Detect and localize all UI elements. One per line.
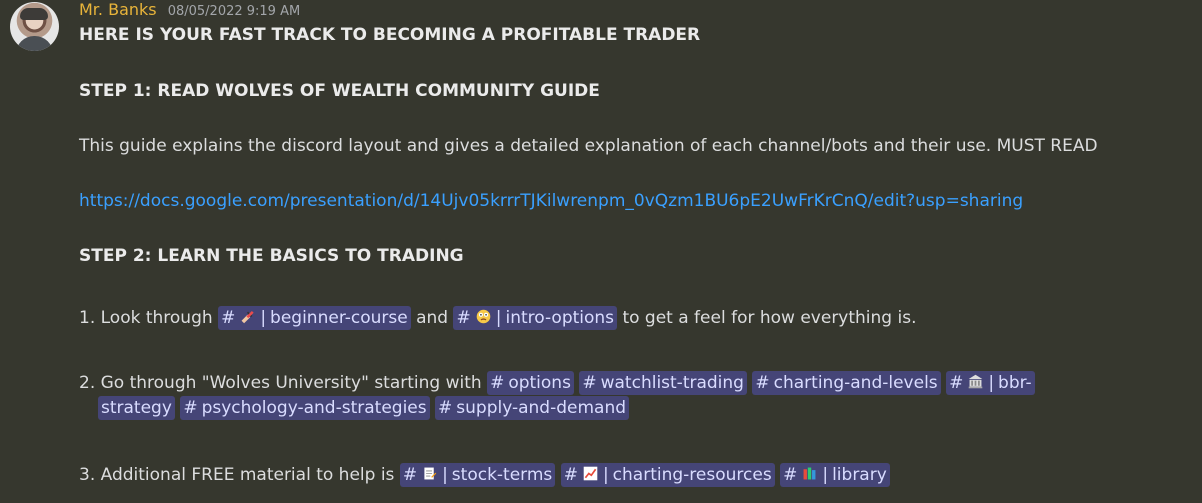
guide-link[interactable]: https://docs.google.com/presentation/d/1…: [79, 191, 1023, 211]
channel-mention-stock-terms[interactable]: # | stock-terms: [399, 463, 556, 487]
step2-heading: STEP 2: LEARN THE BASICS TO TRADING: [79, 246, 464, 266]
separator-icon: |: [442, 465, 448, 485]
channel-mention-psychology-and-strategies[interactable]: # psychology-and-strategies: [180, 396, 430, 420]
writing-hand-icon: [241, 310, 254, 324]
timestamp: 08/05/2022 9:19 AM: [167, 4, 301, 19]
channel-mention-bbr-strategy-start[interactable]: # | bbr-: [946, 371, 1035, 395]
channel-mention-charting-and-levels[interactable]: # charting-and-levels: [752, 371, 941, 395]
step1-heading: STEP 1: READ WOLVES OF WEALTH COMMUNITY …: [79, 81, 600, 101]
channel-name: charting-and-levels: [773, 373, 938, 393]
list-item-2-continued: strategy # psychology-and-strategies # sup…: [98, 396, 630, 420]
channel-name: charting-resources: [612, 465, 772, 485]
separator-icon: |: [822, 465, 829, 485]
item1-middle: and: [416, 308, 449, 328]
channel-name: options: [508, 373, 571, 393]
channel-mention-beginner-course[interactable]: # | beginner-course: [218, 306, 411, 330]
item1-suffix: to get a feel for how everything is.: [622, 308, 917, 328]
channel-name: library: [832, 465, 887, 485]
hash-icon: #: [949, 373, 964, 393]
item3-prefix: 3. Additional FREE material to help is: [79, 465, 395, 485]
discord-message: Mr. Banks 08/05/2022 9:19 AM HERE IS YOU…: [0, 0, 1202, 503]
memo-icon: [424, 467, 437, 480]
hash-icon: #: [563, 465, 578, 485]
step1-text: This guide explains the discord layout a…: [79, 136, 1098, 156]
hash-icon: #: [755, 373, 770, 393]
hash-icon: #: [456, 308, 471, 328]
item2-prefix: 2. Go through "Wolves University" starti…: [79, 373, 482, 393]
separator-icon: |: [988, 373, 995, 393]
channel-name: stock-terms: [451, 465, 553, 485]
channel-name: bbr-: [998, 373, 1032, 393]
list-item-3: 3. Additional FREE material to help is #…: [79, 463, 890, 487]
eyes-face-icon: [476, 309, 491, 324]
channel-mention-charting-resources[interactable]: # | charting-resources: [560, 463, 775, 487]
channel-name: intro-options: [505, 308, 615, 328]
list-item-1: 1. Look through # | beginner-course and # |…: [79, 306, 916, 330]
hash-icon: #: [438, 398, 453, 418]
item1-prefix: 1. Look through: [79, 308, 213, 328]
channel-mention-supply-and-demand[interactable]: # supply-and-demand: [435, 396, 630, 420]
chart-increasing-icon: [583, 466, 598, 481]
hash-icon: #: [221, 308, 236, 328]
user-avatar[interactable]: [10, 2, 59, 51]
channel-name: psychology-and-strategies: [201, 398, 427, 418]
channel-mention-bbr-strategy-end[interactable]: strategy: [98, 396, 175, 420]
bank-icon: [969, 374, 983, 389]
message-title: HERE IS YOUR FAST TRACK TO BECOMING A PR…: [79, 25, 701, 45]
books-icon: [803, 467, 816, 480]
channel-name: watchlist-trading: [600, 373, 744, 393]
separator-icon: |: [495, 308, 502, 328]
hash-icon: #: [582, 373, 597, 393]
hash-icon: #: [490, 373, 505, 393]
channel-name: strategy: [101, 398, 172, 418]
username[interactable]: Mr. Banks: [79, 0, 157, 19]
channel-mention-watchlist-trading[interactable]: # watchlist-trading: [579, 371, 747, 395]
hash-icon: #: [183, 398, 198, 418]
hash-icon: #: [402, 465, 418, 485]
separator-icon: |: [602, 465, 609, 485]
channel-mention-intro-options[interactable]: # | intro-options: [453, 306, 618, 330]
channel-name: beginner-course: [270, 308, 408, 328]
channel-mention-library[interactable]: # | library: [780, 463, 890, 487]
hash-icon: #: [783, 465, 798, 485]
separator-icon: |: [260, 308, 267, 328]
channel-name: supply-and-demand: [456, 398, 627, 418]
list-item-2: 2. Go through "Wolves University" starti…: [79, 371, 1035, 395]
channel-mention-options[interactable]: # options: [487, 371, 574, 395]
message-header: Mr. Banks 08/05/2022 9:19 AM: [79, 0, 300, 24]
